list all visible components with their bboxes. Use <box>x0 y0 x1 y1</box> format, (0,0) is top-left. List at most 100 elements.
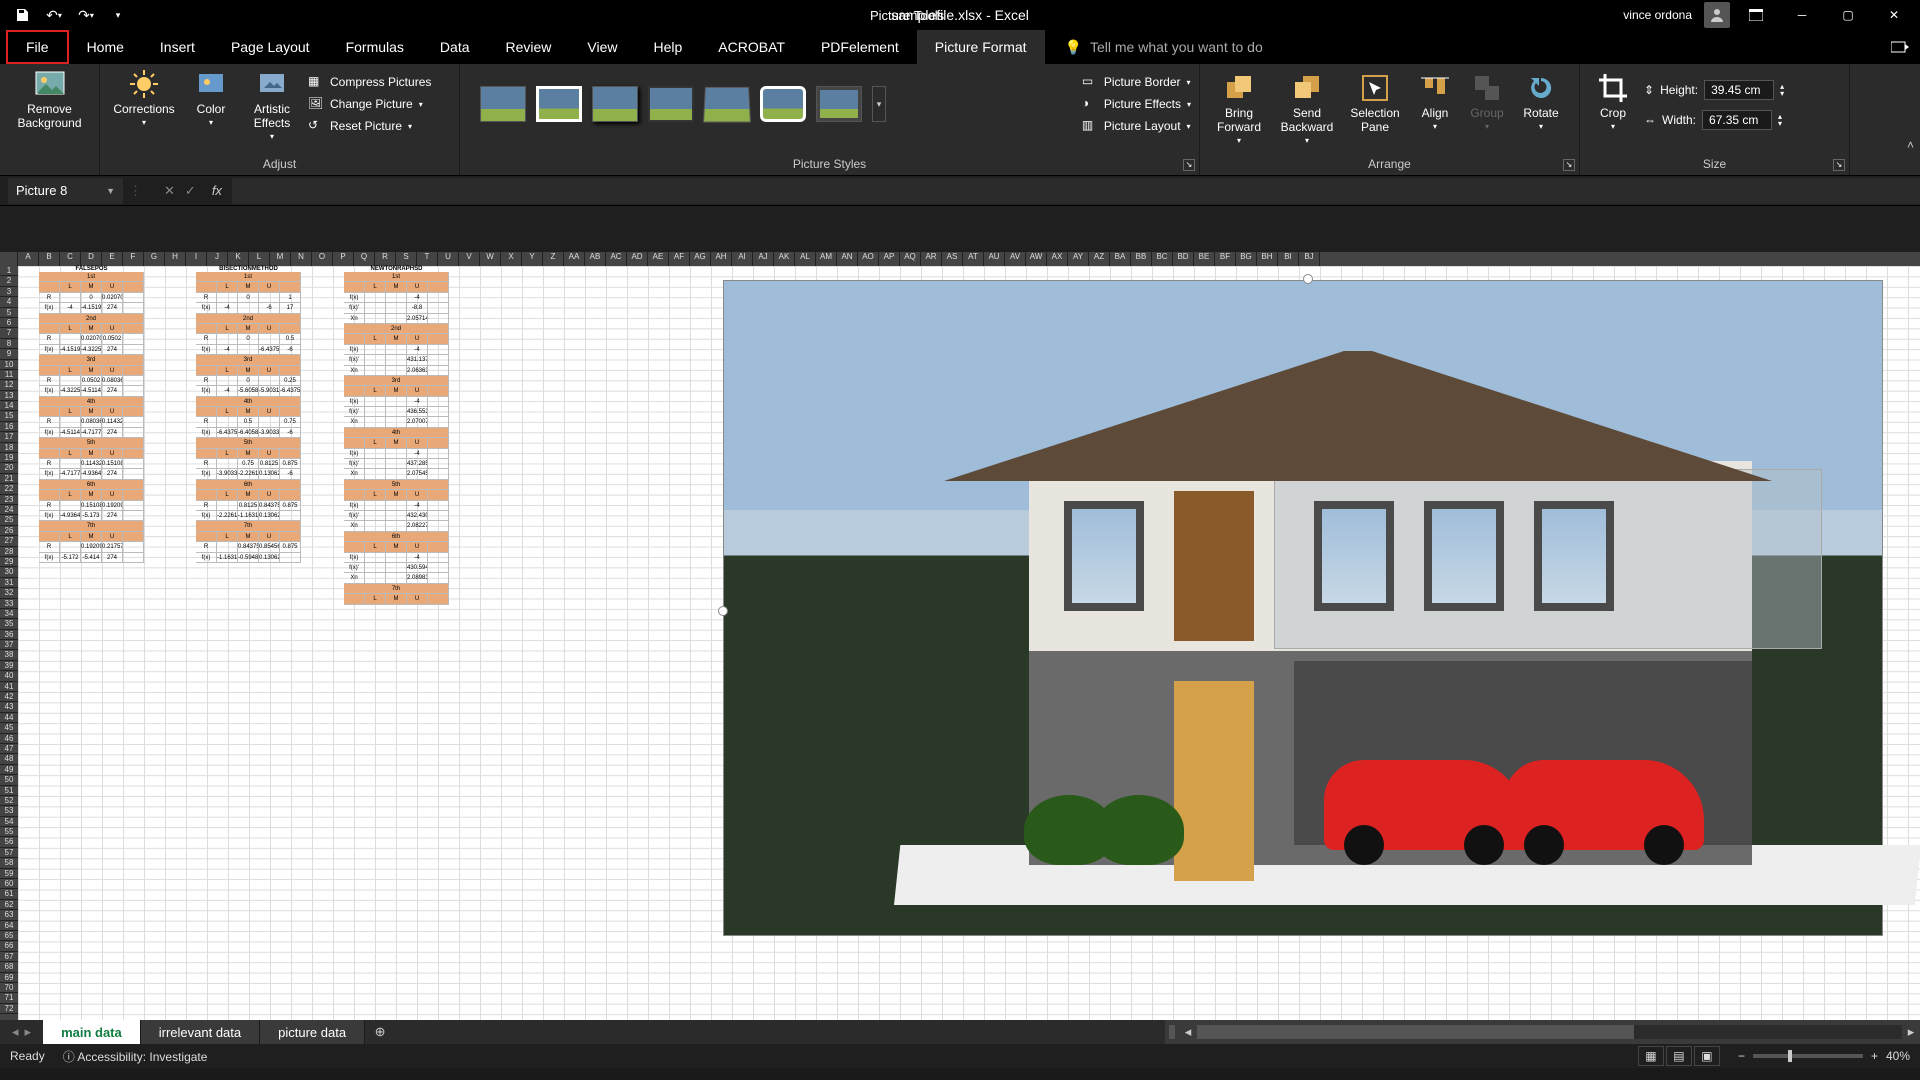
picture-layout-button[interactable]: ▥Picture Layout ▾ <box>1082 118 1191 134</box>
width-icon: ⇔ <box>1644 113 1656 127</box>
height-field[interactable]: ⇕ Height: 39.45 cm ▴▾ <box>1644 80 1784 100</box>
accessibility-status[interactable]: ⓘ Accessibility: Investigate <box>63 1048 208 1065</box>
selection-handle-icon[interactable] <box>718 606 728 616</box>
sheet-tab-main-data[interactable]: main data <box>43 1020 141 1044</box>
style-thumb[interactable] <box>648 86 694 122</box>
artistic-effects-button[interactable]: Artistic Effects▾ <box>242 68 302 141</box>
tab-acrobat[interactable]: ACROBAT <box>700 30 803 64</box>
tell-me-search[interactable]: 💡 Tell me what you want to do <box>1065 30 1263 64</box>
selection-handle-icon[interactable] <box>1303 274 1313 284</box>
chevron-down-icon[interactable]: ▼ <box>106 186 115 196</box>
brush-icon <box>256 68 288 100</box>
tab-review[interactable]: Review <box>488 30 570 64</box>
color-icon <box>195 68 227 100</box>
align-icon <box>1419 72 1451 104</box>
group-label-arrange: Arrange <box>1208 153 1571 175</box>
zoom-in-icon[interactable]: + <box>1871 1049 1878 1063</box>
style-thumb[interactable] <box>592 86 638 122</box>
width-field[interactable]: ⇔ Width: 67.35 cm ▴▾ <box>1644 110 1784 130</box>
cells-area[interactable]: FALSEPOS1stLMUR00.02070f(x)-4-4.15192742… <box>18 266 1920 1020</box>
sheet-tab-bar: ◂ ▸ main data irrelevant data picture da… <box>0 1020 1920 1044</box>
sheet-tab-irrelevant-data[interactable]: irrelevant data <box>141 1020 260 1044</box>
splitter-icon[interactable] <box>1169 1025 1175 1039</box>
bring-forward-button[interactable]: Bring Forward▾ <box>1208 72 1270 145</box>
close-icon[interactable]: ✕ <box>1874 0 1914 30</box>
view-normal-icon[interactable]: ▦ <box>1638 1046 1664 1066</box>
enter-formula-icon[interactable]: ✓ <box>185 183 196 199</box>
send-backward-button[interactable]: Send Backward▾ <box>1276 72 1338 145</box>
new-sheet-icon[interactable]: ⊕ <box>365 1020 395 1044</box>
style-thumb[interactable] <box>816 86 862 122</box>
height-value[interactable]: 39.45 cm <box>1704 80 1774 100</box>
view-page-break-icon[interactable]: ▣ <box>1694 1046 1720 1066</box>
scroll-thumb[interactable] <box>1197 1025 1634 1039</box>
titlebar: ↶▾ ↷▾ ▾ samplefile.xlsx - Excel Picture … <box>0 0 1920 30</box>
sheet-nav-last-icon[interactable]: ▸ <box>25 1024 32 1040</box>
zoom-slider[interactable] <box>1753 1054 1863 1058</box>
change-picture-button[interactable]: 🖼Change Picture ▾ <box>308 96 431 112</box>
styles-dialog-launcher-icon[interactable]: ↘ <box>1183 159 1195 171</box>
selection-pane-button[interactable]: Selection Pane <box>1344 72 1406 134</box>
maximize-icon[interactable]: ▢ <box>1828 0 1868 30</box>
zoom-level[interactable]: 40% <box>1886 1049 1910 1063</box>
rotate-button[interactable]: Rotate▾ <box>1516 72 1566 131</box>
ribbon-display-icon[interactable] <box>1736 0 1776 30</box>
picture-effects-button[interactable]: ◑Picture Effects ▾ <box>1082 96 1191 112</box>
picture-styles-gallery[interactable]: ▾ <box>468 68 898 122</box>
border-icon: ▭ <box>1082 74 1098 90</box>
remove-background-button[interactable]: Remove Background <box>14 68 86 130</box>
picture-border-button[interactable]: ▭Picture Border ▾ <box>1082 74 1191 90</box>
zoom-out-icon[interactable]: − <box>1738 1049 1745 1063</box>
name-box[interactable]: Picture 8▼ <box>8 178 123 204</box>
collapse-ribbon-icon[interactable]: ˄ <box>1907 138 1914 152</box>
reset-picture-button[interactable]: ↺Reset Picture ▾ <box>308 118 431 134</box>
undo-icon[interactable]: ↶▾ <box>40 1 68 29</box>
user-avatar-icon[interactable] <box>1704 2 1730 28</box>
tab-help[interactable]: Help <box>636 30 701 64</box>
arrange-dialog-launcher-icon[interactable]: ↘ <box>1563 159 1575 171</box>
horizontal-scrollbar[interactable]: ◂ ▸ <box>1165 1020 1920 1044</box>
style-thumb[interactable] <box>760 86 806 122</box>
redo-icon[interactable]: ↷▾ <box>72 1 100 29</box>
style-thumb[interactable] <box>480 86 526 122</box>
fx-icon[interactable]: fx <box>212 183 222 198</box>
width-value[interactable]: 67.35 cm <box>1702 110 1772 130</box>
crop-button[interactable]: Crop▾ <box>1588 72 1638 131</box>
style-thumb[interactable] <box>536 86 582 122</box>
style-thumb[interactable] <box>703 87 751 123</box>
cancel-formula-icon[interactable]: ✕ <box>164 183 175 199</box>
worksheet-grid[interactable]: ABCDEFGHIJKLMNOPQRSTUVWXYZAAABACADAEAFAG… <box>0 252 1920 1020</box>
scroll-left-icon[interactable]: ◂ <box>1179 1024 1197 1040</box>
scroll-right-icon[interactable]: ▸ <box>1902 1024 1920 1040</box>
qat-customize-icon[interactable]: ▾ <box>104 1 132 29</box>
view-page-layout-icon[interactable]: ▤ <box>1666 1046 1692 1066</box>
minimize-icon[interactable]: ─ <box>1782 0 1822 30</box>
embedded-picture[interactable] <box>723 280 1883 936</box>
save-icon[interactable] <box>8 1 36 29</box>
tab-pdfelement[interactable]: PDFelement <box>803 30 917 64</box>
formula-bar-expanded <box>0 206 1920 252</box>
tab-page-layout[interactable]: Page Layout <box>213 30 328 64</box>
row-headers[interactable]: 1234567891011121314151617181920212223242… <box>0 266 18 1020</box>
tab-formulas[interactable]: Formulas <box>328 30 422 64</box>
corrections-button[interactable]: Corrections▾ <box>108 68 180 127</box>
ribbon-tabs: File Home Insert Page Layout Formulas Da… <box>0 30 1920 64</box>
column-headers[interactable]: ABCDEFGHIJKLMNOPQRSTUVWXYZAAABACADAEAFAG… <box>0 252 1920 266</box>
formula-bar-input[interactable] <box>232 178 1920 204</box>
compress-pictures-button[interactable]: ▦Compress Pictures <box>308 74 431 90</box>
size-dialog-launcher-icon[interactable]: ↘ <box>1833 159 1845 171</box>
spinner-icon[interactable]: ▴▾ <box>1780 83 1784 97</box>
align-button[interactable]: Align▾ <box>1412 72 1458 131</box>
tab-file[interactable]: File <box>6 30 69 64</box>
tab-insert[interactable]: Insert <box>142 30 213 64</box>
sheet-nav-first-icon[interactable]: ◂ <box>12 1024 19 1040</box>
color-button[interactable]: Color▾ <box>186 68 236 127</box>
tab-picture-format[interactable]: Picture Format <box>917 30 1045 64</box>
styles-more-icon[interactable]: ▾ <box>872 86 886 122</box>
tab-view[interactable]: View <box>569 30 635 64</box>
tab-home[interactable]: Home <box>69 30 142 64</box>
tab-data[interactable]: Data <box>422 30 488 64</box>
spinner-icon[interactable]: ▴▾ <box>1778 113 1782 127</box>
share-icon[interactable] <box>1880 30 1920 64</box>
sheet-tab-picture-data[interactable]: picture data <box>260 1020 365 1044</box>
